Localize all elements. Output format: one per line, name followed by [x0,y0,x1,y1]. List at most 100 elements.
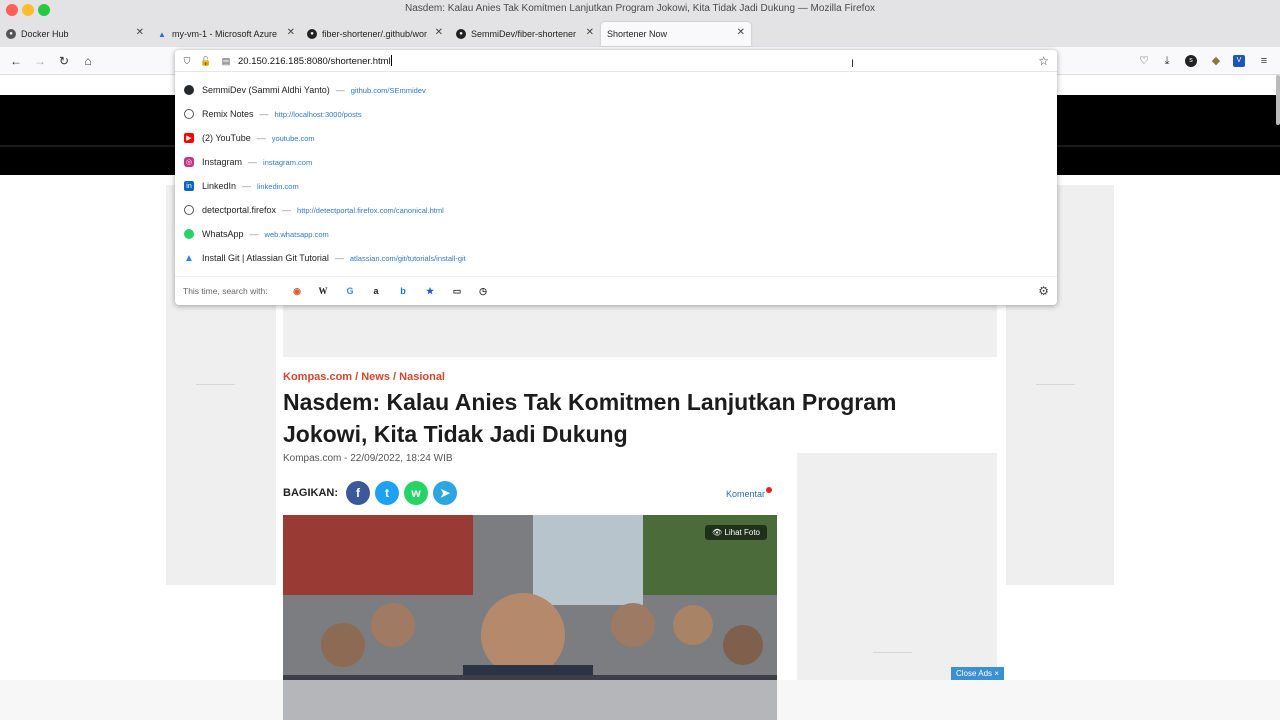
close-icon[interactable]: ✕ [435,27,443,38]
github-icon: ● [307,29,317,39]
close-icon[interactable]: ✕ [136,27,144,38]
separator: — [259,109,269,119]
pocket-icon[interactable]: ♡ [1137,54,1151,68]
telegram-share-icon[interactable]: ➤ [433,481,457,505]
linkedin-icon: in [184,181,194,191]
tab-docker-hub[interactable]: ● Docker Hub ✕ [0,22,150,46]
suggestion-title: SemmiDev (Sammi Aldhi Yanto) [202,85,330,95]
suggestion-item[interactable]: ◎ Instagram — instagram.com [175,150,1057,174]
suggestion-list: SemmiDev (Sammi Aldhi Yanto) — github.co… [175,78,1057,270]
extension-icon[interactable]: ◆ [1209,54,1223,68]
separator: — [256,133,266,143]
forward-icon[interactable]: → [32,53,48,69]
bookmarks-star-icon[interactable]: ★ [424,285,436,297]
tab-github-workflow[interactable]: ● fiber-shortener/.github/wor ✕ [301,22,449,46]
suggestion-title: detectportal.firefox [202,205,277,215]
article-headline: Nasdem: Kalau Anies Tak Komitmen Lanjutk… [283,389,897,447]
page-icon[interactable]: ▤ [220,55,232,67]
suggestion-title: Instagram [202,157,243,167]
lock-icon[interactable]: 🔓 [200,55,212,67]
browser-window: Nasdem: Kalau Anies Tak Komitmen Lanjutk… [0,0,1280,720]
url-bar[interactable]: ⛉ 🔓 ▤ 20.150.216.185:8080/shortener.html… [175,50,1057,72]
suggestion-title: Remix Notes [202,109,254,119]
azure-icon: ▲ [158,29,166,39]
separator: — [248,157,258,167]
bitwarden-icon[interactable]: V [1233,55,1245,67]
docker-icon: ● [6,29,16,39]
tab-label: SemmiDev/fiber-shortener [471,29,577,39]
suggestion-title: LinkedIn [202,181,237,191]
top-ad [283,305,997,357]
search-engine-row: This time, search with: ◉ W G a b ★ ▭ ◷ … [175,276,1057,305]
suggestion-item[interactable]: detectportal.firefox — http://detectport… [175,198,1057,222]
globe-icon [184,205,194,215]
tab-label: Shortener Now [607,29,668,39]
bookmark-star-icon[interactable]: ☆ [1038,54,1049,68]
gear-icon[interactable]: ⚙ [1038,284,1049,298]
download-icon[interactable]: ⤓ [1160,54,1174,68]
suggestion-item[interactable]: Remix Notes — http://localhost:3000/post… [175,102,1057,126]
separator: — [249,229,259,239]
tab-shortener-now[interactable]: Shortener Now ✕ [601,22,751,46]
close-icon[interactable]: ✕ [737,27,745,38]
url-bar-panel: ⛉ 🔓 ▤ 20.150.216.185:8080/shortener.html… [175,50,1057,305]
instagram-icon: ◎ [184,157,194,167]
separator: — [335,85,345,95]
history-icon[interactable]: ◷ [477,285,489,297]
url-input[interactable]: 20.150.216.185:8080/shortener.html [238,55,392,67]
duckduckgo-icon[interactable]: ◉ [291,285,303,297]
page-scrollbar[interactable] [1276,75,1280,125]
suggestion-url: atlassian.com/git/tutorials/install-git [349,253,466,263]
suggestion-item[interactable]: SemmiDev (Sammi Aldhi Yanto) — github.co… [175,78,1057,102]
suggestion-url: youtube.com [271,133,315,143]
youtube-icon: ▶ [184,133,194,143]
amazon-icon[interactable]: a [370,285,382,297]
profile-icon[interactable]: s [1185,55,1197,67]
facebook-share-icon[interactable]: f [346,481,370,505]
suggestion-url: linkedin.com [257,181,299,191]
window-title: Nasdem: Kalau Anies Tak Komitmen Lanjutk… [404,3,876,14]
suggestion-item[interactable]: ▲ Install Git | Atlassian Git Tutorial —… [175,246,1057,270]
tab-azure[interactable]: ▲ my-vm-1 - Microsoft Azure ✕ [151,22,301,46]
suggestion-url: http://localhost:3000/posts [274,109,362,119]
close-icon[interactable]: ✕ [287,27,295,38]
close-ads-button[interactable]: Close Ads × [951,667,1004,680]
view-photo-label: Lihat Foto [724,528,760,537]
share-label: BAGIKAN: [283,487,338,499]
close-icon[interactable]: ✕ [586,27,594,38]
suggestion-item[interactable]: in LinkedIn — linkedin.com [175,174,1057,198]
breadcrumb[interactable]: Kompas.com / News / Nasional [283,371,445,383]
home-icon[interactable]: ⌂ [80,53,96,69]
article-meta: Kompas.com - 22/09/2022, 18:24 WIB [283,453,453,464]
google-icon[interactable]: G [344,285,356,297]
wikipedia-icon[interactable]: W [317,285,329,297]
suggestion-item[interactable]: WhatsApp — web.whatsapp.com [175,222,1057,246]
atlassian-icon: ▲ [184,252,194,264]
suggestion-title: (2) YouTube [202,133,251,143]
separator: — [334,253,344,263]
suggestion-item[interactable]: ▶ (2) YouTube — youtube.com [175,126,1057,150]
sidebar-ad: ‒‒‒‒‒‒‒‒‒‒ [797,453,997,680]
separator: — [242,181,252,191]
suggestion-title: Install Git | Atlassian Git Tutorial [202,253,329,263]
twitter-share-icon[interactable]: t [375,481,399,505]
tabs-icon[interactable]: ▭ [451,285,463,297]
notification-dot [766,487,772,493]
tab-label: fiber-shortener/.github/wor [322,29,428,39]
view-photo-button[interactable]: 👁 Lihat Foto [705,525,767,540]
separator: — [282,205,292,215]
comment-link[interactable]: Komentar [726,489,765,499]
tab-strip: ● Docker Hub ✕ ▲ my-vm-1 - Microsoft Azu… [0,20,1280,61]
whatsapp-share-icon[interactable]: w [404,481,428,505]
whatsapp-icon [184,229,194,239]
search-with-label: This time, search with: [183,286,268,296]
tab-github-repo[interactable]: ● SemmiDev/fiber-shortener ✕ [450,22,600,46]
text-cursor-icon: I [851,58,855,70]
suggestion-url: github.com/SEmmidev [350,85,426,95]
shield-icon[interactable]: ⛉ [181,55,193,67]
reload-icon[interactable]: ↻ [56,53,72,69]
back-icon[interactable]: ← [8,53,24,69]
menu-icon[interactable]: ≡ [1257,54,1271,68]
bing-icon[interactable]: b [397,285,409,297]
title-bar: Nasdem: Kalau Anies Tak Komitmen Lanjutk… [0,0,1280,20]
